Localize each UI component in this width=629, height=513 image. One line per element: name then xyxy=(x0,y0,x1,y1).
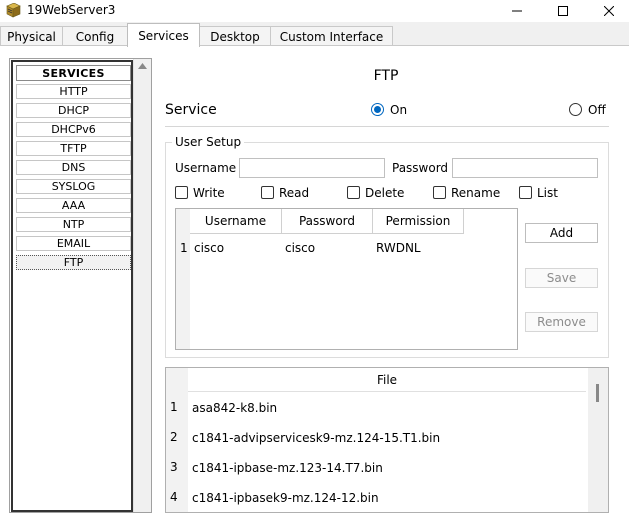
column-header-permission[interactable]: Permission xyxy=(373,209,464,234)
read-checkbox[interactable] xyxy=(261,186,274,199)
file-item[interactable]: asa842-k8.bin xyxy=(192,401,277,415)
service-label: Service xyxy=(165,102,217,118)
password-input[interactable] xyxy=(452,158,598,178)
services-list: SERVICES HTTP DHCP DHCPv6 TFTP DNS SYSLO… xyxy=(11,60,133,512)
service-off-label: Off xyxy=(588,103,606,117)
service-ftp-button[interactable]: FTP xyxy=(16,255,131,270)
table-cell-password[interactable]: cisco xyxy=(285,241,315,255)
username-input[interactable] xyxy=(239,158,385,178)
scroll-up-arrow-icon[interactable] xyxy=(138,63,147,69)
list-label: List xyxy=(537,186,558,200)
title-bar: 19WebServer3 xyxy=(0,0,629,22)
window-title: 19WebServer3 xyxy=(27,3,116,17)
save-button[interactable]: Save xyxy=(525,268,598,288)
rename-checkbox[interactable] xyxy=(433,186,446,199)
file-index: 3 xyxy=(170,460,178,474)
service-on-label: On xyxy=(390,103,408,117)
file-index: 1 xyxy=(170,400,178,414)
close-button[interactable] xyxy=(586,0,629,22)
file-item[interactable]: c1841-advipservicesk9-mz.124-15.T1.bin xyxy=(192,431,440,445)
close-icon xyxy=(604,6,614,16)
rename-label: Rename xyxy=(451,186,501,200)
file-index: 2 xyxy=(170,430,178,444)
ftp-title: FTP xyxy=(373,68,399,84)
table-cell-username[interactable]: cisco xyxy=(194,241,224,255)
service-dns-button[interactable]: DNS xyxy=(16,160,131,175)
tab-config[interactable]: Config xyxy=(62,26,128,46)
column-header-username[interactable]: Username xyxy=(190,209,282,234)
service-syslog-button[interactable]: SYSLOG xyxy=(16,179,131,194)
file-item[interactable]: c1841-ipbasek9-mz.124-12.bin xyxy=(192,491,379,505)
services-sidebar: SERVICES HTTP DHCP DHCPv6 TFTP DNS SYSLO… xyxy=(9,58,152,513)
maximize-button[interactable] xyxy=(540,0,586,22)
minimize-icon xyxy=(512,10,522,12)
column-header-password[interactable]: Password xyxy=(282,209,373,234)
tab-desktop[interactable]: Desktop xyxy=(199,26,271,46)
minimize-button[interactable] xyxy=(494,0,540,22)
service-off-radio[interactable] xyxy=(569,103,582,116)
tab-bar: Physical Config Services Desktop Custom … xyxy=(0,22,629,47)
user-setup-label: User Setup xyxy=(172,135,245,149)
tab-custom-interface[interactable]: Custom Interface xyxy=(270,26,393,46)
add-button[interactable]: Add xyxy=(525,223,598,243)
remove-button[interactable]: Remove xyxy=(525,312,598,332)
user-table: Username Password Permission 1 cisco cis… xyxy=(175,208,518,350)
delete-label: Delete xyxy=(365,186,405,200)
service-tftp-button[interactable]: TFTP xyxy=(16,141,131,156)
table-cell-permission[interactable]: RWDNL xyxy=(376,241,421,255)
services-content: SERVICES HTTP DHCP DHCPv6 TFTP DNS SYSLO… xyxy=(0,46,629,513)
service-email-button[interactable]: EMAIL xyxy=(16,236,131,251)
maximize-icon xyxy=(558,6,568,16)
service-http-button[interactable]: HTTP xyxy=(16,84,131,99)
services-scrollbar[interactable] xyxy=(133,59,151,512)
file-item[interactable]: c1841-ipbase-mz.123-14.T7.bin xyxy=(192,461,383,475)
services-header: SERVICES xyxy=(16,65,131,81)
table-row-header-column xyxy=(176,209,190,349)
file-index: 4 xyxy=(170,490,178,504)
server-icon xyxy=(5,2,21,18)
password-label: Password xyxy=(392,161,449,175)
read-label: Read xyxy=(279,186,310,200)
service-divider xyxy=(165,126,609,127)
list-checkbox[interactable] xyxy=(519,186,532,199)
file-scrollbar-thumb[interactable] xyxy=(596,384,599,402)
file-list: File 1 asa842-k8.bin 2 c1841-advipservic… xyxy=(165,367,609,513)
table-row-index: 1 xyxy=(180,241,188,255)
service-dhcpv6-button[interactable]: DHCPv6 xyxy=(16,122,131,137)
service-on-radio[interactable] xyxy=(371,103,384,116)
tab-physical[interactable]: Physical xyxy=(0,26,63,46)
write-label: Write xyxy=(193,186,225,200)
tab-services[interactable]: Services xyxy=(127,23,200,47)
file-list-scrollbar[interactable] xyxy=(588,368,608,512)
file-column-header[interactable]: File xyxy=(188,368,586,392)
service-aaa-button[interactable]: AAA xyxy=(16,198,131,213)
service-dhcp-button[interactable]: DHCP xyxy=(16,103,131,118)
delete-checkbox[interactable] xyxy=(347,186,360,199)
service-ntp-button[interactable]: NTP xyxy=(16,217,131,232)
write-checkbox[interactable] xyxy=(175,186,188,199)
username-label: Username xyxy=(175,161,237,175)
